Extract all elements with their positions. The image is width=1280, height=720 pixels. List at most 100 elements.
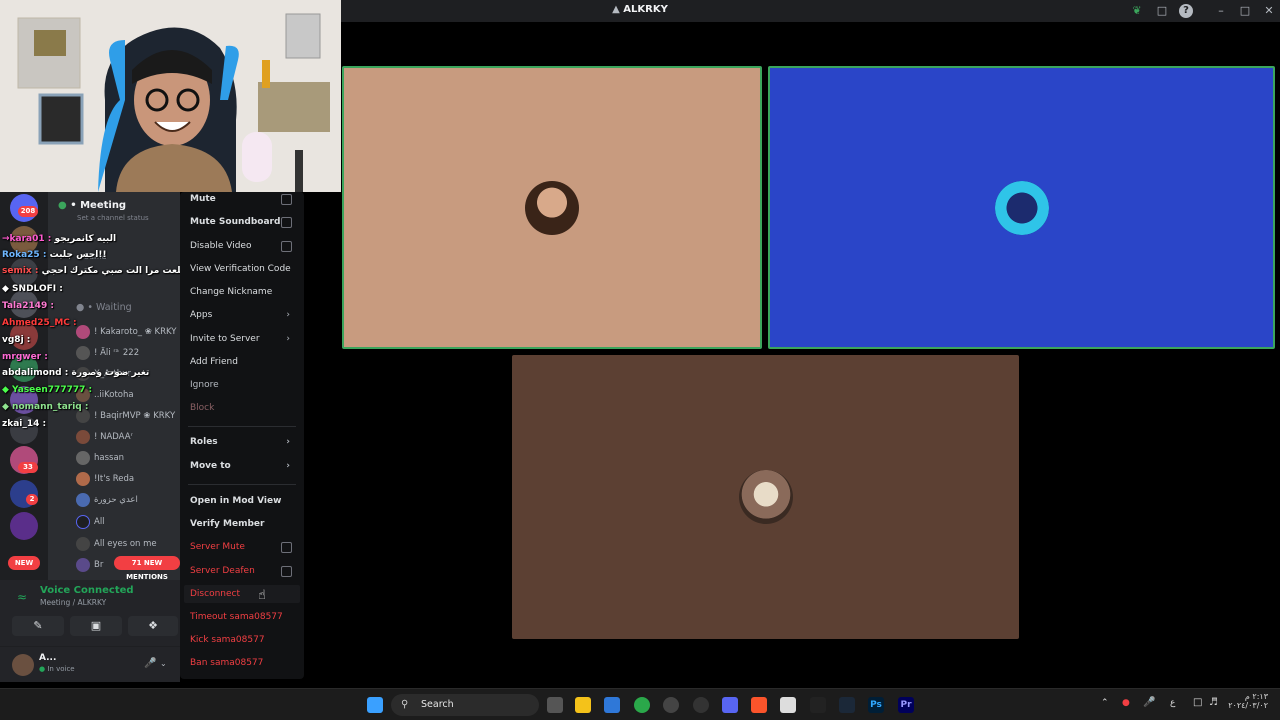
maximize-icon[interactable]: □ bbox=[1238, 4, 1252, 18]
menu-item-view-verification-code[interactable]: View Verification Code bbox=[190, 264, 294, 274]
checkbox[interactable] bbox=[281, 566, 292, 577]
premiere-icon[interactable]: Pr bbox=[898, 697, 914, 713]
checkbox[interactable] bbox=[281, 542, 292, 553]
video-tile-user-3[interactable] bbox=[512, 355, 1019, 639]
photoshop-icon[interactable]: Ps bbox=[868, 697, 884, 713]
user-status: ● In voice bbox=[39, 665, 75, 673]
taskbar: ⚲ Search Ps Pr ⌃ ● 🎤 ع □ ♬ ٢:١٣ م ٢٠٢٤/٠… bbox=[0, 688, 1280, 720]
tray-app-icon[interactable]: ● bbox=[1122, 698, 1130, 708]
menu-item-ban[interactable]: Ban sama08577 bbox=[190, 658, 294, 668]
menu-item-ignore[interactable]: Ignore bbox=[190, 380, 294, 390]
menu-item-server-mute[interactable]: Server Mute bbox=[190, 542, 294, 553]
voice-member[interactable]: All bbox=[76, 515, 105, 529]
voice-member[interactable]: All eyes on me bbox=[76, 537, 157, 551]
video-tile-user-1[interactable] bbox=[342, 66, 762, 349]
help-icon[interactable]: ? bbox=[1179, 4, 1193, 18]
checkbox[interactable] bbox=[281, 241, 292, 252]
inbox-icon[interactable]: □ bbox=[1155, 4, 1169, 18]
leaf-icon[interactable]: ❦ bbox=[1130, 4, 1144, 18]
chevron-right-icon: › bbox=[286, 334, 290, 344]
avatar bbox=[76, 537, 90, 551]
capcut-icon[interactable] bbox=[810, 697, 826, 713]
windows-start-icon[interactable] bbox=[367, 697, 383, 713]
chat-line: Roka25 : احس جلبت!! bbox=[2, 250, 107, 260]
voice-channel-path[interactable]: Meeting / ALKRKY bbox=[40, 598, 106, 607]
new-mentions-pill[interactable]: 71 NEW MENTIONS bbox=[114, 556, 180, 581]
mention-badge: 33 bbox=[18, 462, 38, 473]
menu-item-move-to[interactable]: Move to › bbox=[190, 461, 294, 471]
chat-line: Tala2149 : bbox=[2, 301, 54, 311]
close-icon[interactable]: ✕ bbox=[1262, 4, 1276, 18]
store-icon[interactable] bbox=[604, 697, 620, 713]
menu-item-apps[interactable]: Apps › bbox=[190, 310, 294, 320]
chat-line: Ahmed25_MC : bbox=[2, 318, 77, 328]
steam-client-icon[interactable] bbox=[839, 697, 855, 713]
chat-line: vg8j : bbox=[2, 335, 31, 345]
avatar bbox=[76, 493, 90, 507]
voice-member[interactable]: hassan bbox=[76, 451, 124, 465]
tray-mic-icon[interactable]: 🎤 bbox=[1143, 697, 1155, 708]
menu-item-mute-soundboard[interactable]: Mute Soundboard bbox=[190, 217, 294, 228]
user-context-menu: Mute Mute Soundboard Disable Video View … bbox=[180, 192, 304, 679]
menu-item-timeout[interactable]: Timeout sama08577 bbox=[190, 612, 294, 622]
voice-member[interactable]: !It's Reda bbox=[76, 472, 134, 486]
menu-item-disable-video[interactable]: Disable Video bbox=[190, 241, 294, 252]
menu-item-kick[interactable]: Kick sama08577 bbox=[190, 635, 294, 645]
menu-item-server-deafen[interactable]: Server Deafen bbox=[190, 566, 294, 577]
video-tile-user-2[interactable] bbox=[768, 66, 1275, 349]
menu-item-verify-member[interactable]: Verify Member bbox=[190, 519, 294, 529]
screen-share-icon[interactable]: ▣ bbox=[70, 616, 122, 636]
tray-chevron-up-icon[interactable]: ⌃ bbox=[1101, 698, 1109, 708]
menu-separator bbox=[188, 484, 296, 485]
user-name[interactable]: A... bbox=[39, 653, 56, 663]
camera-off-icon[interactable]: ✎ bbox=[12, 616, 64, 636]
menu-item-open-in-mod-view[interactable]: Open in Mod View bbox=[190, 496, 294, 506]
file-explorer-icon[interactable] bbox=[575, 697, 591, 713]
menu-item-invite-to-server[interactable]: Invite to Server › bbox=[190, 334, 294, 344]
chat-line: ◆ Yaseen777777 : bbox=[2, 385, 93, 395]
checkbox[interactable] bbox=[281, 194, 292, 205]
avatar[interactable] bbox=[12, 654, 34, 676]
chevron-down-icon[interactable]: ⌄ bbox=[160, 659, 167, 668]
menu-item-roles[interactable]: Roles › bbox=[190, 437, 294, 447]
notepad-icon[interactable] bbox=[780, 697, 796, 713]
checkbox[interactable] bbox=[281, 217, 292, 228]
search-icon: ⚲ bbox=[401, 699, 409, 710]
chat-line: zkai_14 : bbox=[2, 419, 47, 429]
new-unreads-pill[interactable]: NEW bbox=[8, 556, 40, 570]
menu-separator bbox=[188, 426, 296, 427]
tray-clock[interactable]: ٢:١٣ م ٢٠٢٤/٠٣/٠٢ bbox=[1228, 692, 1268, 710]
user-avatar bbox=[994, 180, 1049, 235]
webcam-overlay bbox=[0, 0, 341, 192]
chevron-right-icon: › bbox=[286, 461, 290, 471]
voice-member[interactable]: Br bbox=[76, 558, 103, 572]
chat-line: ◆ SNDLOFI : bbox=[2, 284, 63, 294]
brave-icon[interactable] bbox=[751, 697, 767, 713]
discord-taskbar-icon[interactable] bbox=[722, 697, 738, 713]
menu-item-disconnect[interactable]: Disconnect bbox=[190, 589, 294, 599]
chat-line: mrgwer : bbox=[2, 352, 48, 362]
input-language[interactable]: ع bbox=[1170, 698, 1175, 708]
voice-status[interactable]: Voice Connected bbox=[40, 585, 134, 596]
task-view-icon[interactable] bbox=[547, 697, 563, 713]
network-icon[interactable]: □ bbox=[1193, 697, 1202, 708]
server-icon[interactable] bbox=[10, 512, 38, 540]
microphone-icon[interactable]: 🎤 bbox=[144, 658, 156, 669]
signal-icon: ≈ bbox=[17, 590, 28, 604]
activities-icon[interactable]: ❖ bbox=[128, 616, 178, 636]
chat-line: abdalimond : تغير صوت وصورة bbox=[2, 368, 150, 378]
steam-icon[interactable] bbox=[693, 697, 709, 713]
obs-icon[interactable] bbox=[663, 697, 679, 713]
minimize-icon[interactable]: – bbox=[1214, 4, 1228, 18]
avatar bbox=[76, 558, 90, 572]
voice-member[interactable]: اعدي حزورة bbox=[76, 493, 138, 507]
menu-item-block[interactable]: Block bbox=[190, 403, 294, 413]
chrome-icon[interactable] bbox=[634, 697, 650, 713]
volume-icon[interactable]: ♬ bbox=[1209, 697, 1218, 708]
taskbar-search[interactable]: ⚲ Search bbox=[391, 694, 539, 716]
chat-overlay: →kara01 : البيه كانمريجو Roka25 : احس جل… bbox=[0, 192, 239, 452]
menu-item-change-nickname[interactable]: Change Nickname bbox=[190, 287, 294, 297]
avatar bbox=[76, 451, 90, 465]
menu-item-add-friend[interactable]: Add Friend bbox=[190, 357, 294, 367]
menu-item-mute[interactable]: Mute bbox=[190, 194, 294, 205]
